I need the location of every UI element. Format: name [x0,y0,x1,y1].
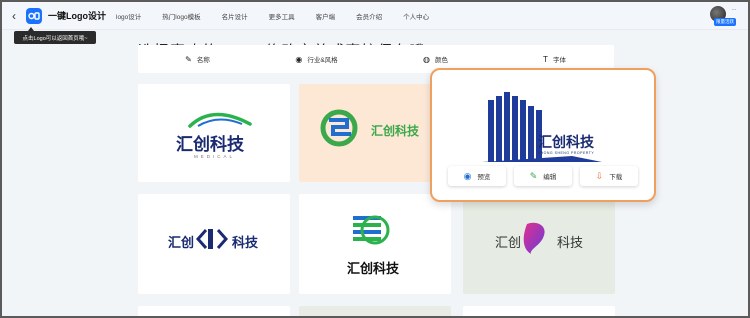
logo-text: 汇创科技 [176,135,244,154]
filter-color[interactable]: ◍ 颜色 [376,54,495,65]
eye-icon: ◉ [463,170,472,181]
palette-icon: ◍ [423,54,430,64]
nav-item-profile[interactable]: 个人中心 [403,11,429,21]
logo-card[interactable] [299,306,451,316]
nav-item-logo-design[interactable]: logo设计 [116,11,141,21]
chevron-left-icon[interactable]: ‹ [12,9,24,23]
striped-globe-icon [353,215,390,245]
filter-label: 行业&风格 [307,57,338,64]
logo-card[interactable]: 汇创科技 [299,194,451,294]
edit-button[interactable]: ✎ 编辑 [514,166,572,186]
preview-button[interactable]: ◉ 预览 [448,166,506,186]
logo-text: 汇创科技 [347,261,400,276]
logo-text: 汇创科技 [538,134,594,150]
logo-card[interactable]: 汇创 科技 [138,194,290,294]
user-menu[interactable]: ... 限量活跃 [710,6,736,26]
filter-label: 颜色 [434,57,448,64]
bracket-emblem-icon [195,229,229,249]
logo-subtext: MEDICAL [194,154,236,159]
nav-item-membership[interactable]: 会员介绍 [356,11,382,21]
download-label: 下载 [609,174,623,181]
download-button[interactable]: ⇩ 下载 [580,166,638,186]
logo-card-hover[interactable]: 汇创科技 ZHONG SHENG PROPERTY ◉ 预览 ✎ 编辑 ⇩ 下载 [430,68,656,202]
nav-item-client[interactable]: 客户端 [316,11,336,21]
top-nav: logo设计 热门logo模板 名片设计 更多工具 客户端 会员介绍 个人中心 [116,11,450,21]
filter-label: 名称 [196,57,210,64]
tooltip: 点击Logo可以返回首页哦~ [14,27,96,44]
top-bar: ‹ 一键Logo设计 logo设计 热门logo模板 名片设计 更多工具 客户端… [2,2,748,30]
filter-industry-style[interactable]: ◉ 行业&风格 [257,54,376,65]
card-actions: ◉ 预览 ✎ 编辑 ⇩ 下载 [448,166,638,186]
logo-card[interactable]: 汇创 科技 [463,194,615,294]
preview-label: 预览 [477,174,491,181]
nav-item-more-tools[interactable]: 更多工具 [269,11,295,21]
logo-card[interactable]: 汇创科技 MEDICAL [138,84,290,182]
building-emblem-icon [482,92,602,162]
pen-icon: ✎ [185,54,192,64]
pencil-icon: ✎ [529,170,538,181]
download-icon: ⇩ [595,170,604,181]
app-window: ‹ 一键Logo设计 logo设计 热门logo模板 名片设计 更多工具 客户端… [0,0,750,318]
edit-label: 编辑 [543,174,557,181]
text-icon: T [543,54,548,64]
logo-subtext: ZHONG SHENG PROPERTY [538,151,595,155]
nav-item-card-design[interactable]: 名片设计 [222,11,248,21]
nav-item-hot-templates[interactable]: 热门logo模板 [162,11,200,21]
filter-name[interactable]: ✎ 名称 [138,54,257,65]
logo-card[interactable] [138,306,290,316]
app-title[interactable]: 一键Logo设计 [48,9,106,22]
app-logo-icon[interactable] [26,7,42,24]
logo-text-right: 科技 [557,235,584,250]
logo-text: 汇创科技 [371,124,420,138]
filter-font[interactable]: T 字体 [495,54,614,65]
logo-card[interactable] [463,306,615,316]
filter-label: 字体 [552,57,566,64]
logo-card[interactable]: 汇创科技 [299,84,451,182]
target-icon: ◉ [295,54,303,64]
user-dots: ... [731,6,736,12]
ribbon-icon [523,222,545,254]
logo-text-right: 科技 [232,235,259,250]
vip-badge: 限量活跃 [714,18,736,26]
